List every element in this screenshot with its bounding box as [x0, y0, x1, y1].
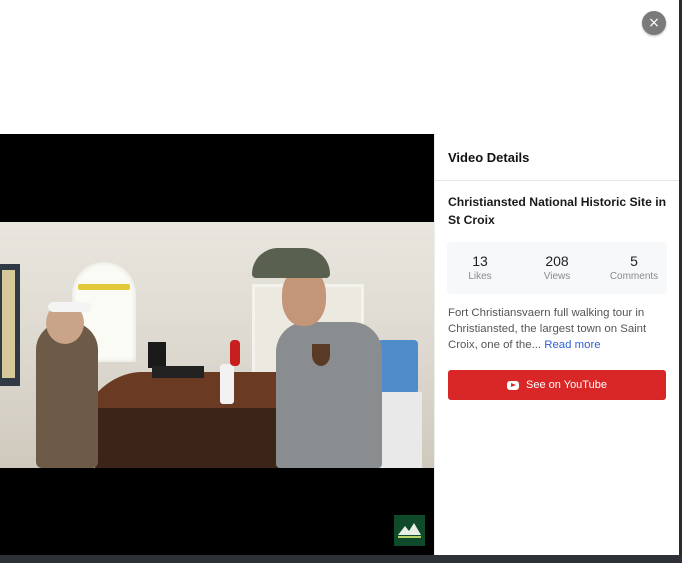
video-player[interactable] — [0, 134, 434, 555]
likes-count: 13 — [472, 253, 488, 269]
youtube-icon — [507, 380, 520, 390]
video-description: Fort Christiansvaern full walking tour i… — [448, 305, 667, 353]
park-service-patch — [312, 344, 330, 366]
stats-bar: 13 Likes 208 Views 5 Comments — [447, 242, 667, 294]
visitor-figure — [36, 322, 98, 468]
close-icon: × — [648, 15, 660, 31]
comments-label: Comments — [609, 271, 659, 282]
stat-views: 208 Views — [532, 252, 582, 284]
panel-header: Video Details — [435, 134, 679, 181]
stat-likes: 13 Likes — [455, 252, 505, 284]
see-on-youtube-button[interactable]: See on YouTube — [448, 370, 666, 400]
views-label: Views — [543, 271, 571, 282]
fire-extinguisher — [230, 340, 240, 366]
comments-count: 5 — [630, 253, 638, 269]
likes-label: Likes — [468, 271, 492, 282]
read-more-link[interactable]: Read more — [544, 339, 600, 351]
monitor — [148, 342, 166, 368]
video-title: Christiansted National Historic Site in … — [448, 195, 667, 227]
channel-logo — [394, 515, 425, 546]
water-cooler — [378, 340, 418, 394]
video-modal: Video Details Christiansted National His… — [0, 134, 679, 555]
water-bottle — [220, 364, 234, 404]
taskbar-strip — [0, 555, 682, 563]
stat-comments: 5 Comments — [609, 252, 659, 284]
video-frame[interactable] — [0, 222, 434, 468]
youtube-button-label: See on YouTube — [526, 379, 607, 391]
video-details-panel: Video Details Christiansted National His… — [434, 134, 679, 555]
close-button[interactable]: × — [642, 11, 666, 35]
views-count: 208 — [545, 253, 569, 269]
